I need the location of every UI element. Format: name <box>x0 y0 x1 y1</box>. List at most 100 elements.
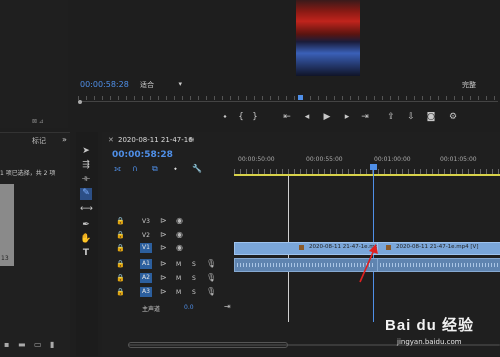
lock-icon[interactable]: 🔒 <box>116 274 125 282</box>
watermark-url: jingyan.baidu.com <box>397 338 462 346</box>
mark-out-icon[interactable]: } <box>250 112 260 122</box>
lock-icon[interactable]: 🔒 <box>116 217 125 225</box>
export-frame-icon[interactable]: ◙ <box>426 112 436 122</box>
marker-icon[interactable]: ⬩ <box>220 112 230 122</box>
razor-tool-icon[interactable]: ✎ <box>80 188 92 200</box>
audio-track-a3: 🔒 A3 ⊳ M S 🎙 <box>112 287 234 299</box>
audio-clip-2[interactable] <box>377 258 500 272</box>
mute-button[interactable]: M <box>176 261 181 268</box>
fit-dropdown[interactable]: 适合 ▾ <box>140 80 184 89</box>
quality-dropdown[interactable]: 完整 <box>462 80 498 89</box>
ripple-edit-tool-icon[interactable]: ⟛ <box>80 174 92 184</box>
sync-lock-icon[interactable]: ⊳ <box>160 287 167 296</box>
linked-selection-icon[interactable]: ⧉ <box>152 164 158 174</box>
track-target-a1[interactable]: A1 <box>140 259 152 269</box>
video-track-v3: 🔒 V3 ⊳ ◉ <box>112 216 234 228</box>
mute-button[interactable]: M <box>176 275 181 282</box>
go-to-out-icon[interactable]: ⇥ <box>360 112 370 122</box>
settings-icon[interactable]: ⚙ <box>448 112 458 122</box>
audio-track-a1: 🔒 A1 ⊳ M S 🎙 <box>112 259 234 271</box>
sync-lock-icon[interactable]: ⊳ <box>160 273 167 282</box>
track-select-tool-icon[interactable]: ⇶ <box>80 160 92 170</box>
step-back-icon[interactable]: ◂ <box>302 112 312 122</box>
go-to-end-icon[interactable]: ⇥ <box>224 302 231 311</box>
mute-button[interactable]: M <box>176 289 181 296</box>
fit-dropdown-value: 适合 <box>140 81 154 89</box>
timeline-close-icon[interactable]: ✕ <box>108 136 114 144</box>
playhead-marker[interactable] <box>298 95 303 100</box>
sync-lock-icon[interactable]: ⊳ <box>160 230 167 239</box>
monitor-scrub-bar[interactable] <box>78 95 498 106</box>
solo-button[interactable]: S <box>192 289 196 296</box>
work-area-bar[interactable] <box>234 174 500 176</box>
timeline-toolbar: ⟗ ∩ ⧉ ⬩ 🔧 <box>112 164 212 174</box>
delete-icon[interactable]: ▮ <box>50 340 54 349</box>
selection-tool-icon[interactable]: ➤ <box>80 146 92 156</box>
play-icon[interactable]: ▶ <box>322 112 332 122</box>
left-top-panel <box>0 0 68 128</box>
thumb-duration: 13 <box>1 255 9 262</box>
snap-icon[interactable]: ∩ <box>132 164 138 173</box>
type-tool-icon[interactable]: T <box>80 248 92 258</box>
transport-controls: ⬩ { } ⇤ ◂ ▶ ▸ ⇥ ⇪ ⇩ ◙ ⚙ <box>70 112 500 126</box>
master-label: 主声道 <box>142 306 161 313</box>
track-target-a3[interactable]: A3 <box>140 287 152 297</box>
slip-tool-icon[interactable]: ⟷ <box>80 204 93 214</box>
track-target-a2[interactable]: A2 <box>140 273 152 283</box>
lock-icon[interactable]: 🔒 <box>116 260 125 268</box>
step-forward-icon[interactable]: ▸ <box>342 112 352 122</box>
microphone-icon[interactable]: 🎙 <box>206 273 216 282</box>
ruler-label-1: 00:00:55:00 <box>306 156 343 163</box>
sequence-tab[interactable]: 2020-08-11 21-47-16 <box>118 136 193 144</box>
track-name-v2: V2 <box>142 232 150 239</box>
new-item-icon[interactable]: ▭ <box>34 340 42 349</box>
pen-tool-icon[interactable]: ✒ <box>80 220 92 230</box>
hand-tool-icon[interactable]: ✋ <box>80 234 92 244</box>
chevron-down-icon: ▾ <box>178 80 182 88</box>
sequence-menu-icon[interactable]: ≡ <box>188 135 195 144</box>
scrub-start-handle[interactable] <box>78 100 82 104</box>
video-preview <box>296 0 360 76</box>
track-target-v1[interactable]: V1 <box>140 243 152 253</box>
sync-lock-icon[interactable]: ⊳ <box>160 216 167 225</box>
eye-icon[interactable]: ◉ <box>176 216 183 225</box>
extract-icon[interactable]: ⇩ <box>406 112 416 122</box>
quality-dropdown-value: 完整 <box>462 81 476 89</box>
track-name-v3: V3 <box>142 218 150 225</box>
clip2-label: 2020-08-11 21-47-1e.mp4 [V] <box>396 244 479 250</box>
video-clip-2[interactable]: 2020-08-11 21-47-1e.mp4 [V] <box>377 242 500 255</box>
project-bottom-icons: ▪ ▬ ▭ ▮ <box>0 340 70 352</box>
add-marker-icon[interactable]: ⬩ <box>174 164 177 174</box>
tab-markers[interactable]: 标记 <box>32 136 46 146</box>
eye-icon[interactable]: ◉ <box>176 230 183 239</box>
sync-lock-icon[interactable]: ⊳ <box>160 243 167 252</box>
panel-menu-icon[interactable]: » <box>62 135 67 144</box>
ruler-label-2: 00:01:00:00 <box>374 156 411 163</box>
lock-icon[interactable]: 🔒 <box>116 231 125 239</box>
mark-in-icon[interactable]: { <box>236 112 246 122</box>
sync-lock-icon[interactable]: ⊳ <box>160 259 167 268</box>
annotation-arrow-cut <box>359 244 378 283</box>
solo-button[interactable]: S <box>192 275 196 282</box>
lock-icon[interactable]: 🔒 <box>116 244 125 252</box>
list-view-icon[interactable]: ▪ <box>4 340 9 349</box>
scrollbar-thumb[interactable] <box>128 342 288 348</box>
fx-badge-icon <box>299 245 304 250</box>
lift-icon[interactable]: ⇪ <box>386 112 396 122</box>
master-volume[interactable]: 0.0 <box>184 304 194 311</box>
nest-icon[interactable]: ⟗ <box>114 164 121 174</box>
top-left-icons: ⊠ ⊿ <box>32 118 44 125</box>
master-track: 主声道 0.0 ⇥ <box>112 302 234 314</box>
lock-icon[interactable]: 🔒 <box>116 288 125 296</box>
new-bin-icon[interactable]: ▬ <box>18 340 26 349</box>
microphone-icon[interactable]: 🎙 <box>206 259 216 268</box>
solo-button[interactable]: S <box>192 261 196 268</box>
eye-icon[interactable]: ◉ <box>176 243 183 252</box>
microphone-icon[interactable]: 🎙 <box>206 287 216 296</box>
program-timecode: 00:00:58:28 <box>80 80 129 89</box>
go-to-in-icon[interactable]: ⇤ <box>282 112 292 122</box>
clip-thumbnail[interactable]: 13 <box>0 184 14 266</box>
time-ruler[interactable]: 00:00:50:00 00:00:55:00 00:01:00:00 00:0… <box>234 150 500 174</box>
ruler-label-3: 00:01:05:00 <box>440 156 477 163</box>
wrench-icon[interactable]: 🔧 <box>192 164 202 173</box>
